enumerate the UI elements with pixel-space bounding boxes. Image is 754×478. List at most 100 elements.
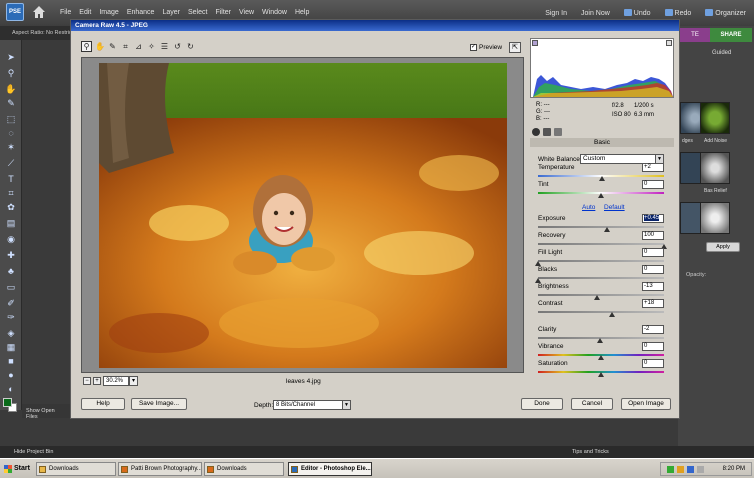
auto-link[interactable]: Auto <box>582 204 595 211</box>
apply-button[interactable]: Apply <box>706 242 740 252</box>
home-icon[interactable] <box>32 5 46 19</box>
shape-tool-icon[interactable]: ■ <box>4 356 18 367</box>
menu-layer[interactable]: Layer <box>162 9 180 16</box>
menu-filter[interactable]: Filter <box>215 9 231 16</box>
start-button[interactable]: Start <box>2 462 32 476</box>
preferences-icon[interactable]: ☰ <box>159 41 170 52</box>
slider-value-field[interactable]: +0.45 <box>642 214 664 223</box>
rotate-right-icon[interactable]: ↻ <box>185 41 196 52</box>
camera-calibration-tab-icon[interactable] <box>554 128 562 136</box>
effect-thumb-6[interactable] <box>700 202 730 234</box>
hand-tool-icon[interactable]: ✋ <box>4 84 18 95</box>
menu-file[interactable]: File <box>60 9 71 16</box>
slider-value-field[interactable]: 0 <box>642 359 664 368</box>
menu-help[interactable]: Help <box>295 9 309 16</box>
slider-thumb[interactable] <box>598 372 604 377</box>
rotate-left-icon[interactable]: ↺ <box>172 41 183 52</box>
slider-track[interactable] <box>538 226 664 228</box>
blur-tool-icon[interactable]: ● <box>4 370 18 381</box>
join-now-link[interactable]: Join Now <box>581 10 610 17</box>
help-button[interactable]: Help <box>81 398 125 410</box>
volume-icon[interactable] <box>697 466 704 473</box>
crop-tool-icon[interactable]: ⌗ <box>4 188 18 199</box>
fullscreen-icon[interactable]: ⇱ <box>509 42 521 53</box>
menu-edit[interactable]: Edit <box>79 9 91 16</box>
brush-tool-icon[interactable]: ✐ <box>4 298 18 309</box>
taskbar-item-downloads[interactable]: Downloads <box>36 462 116 476</box>
slider-thumb[interactable] <box>598 355 604 360</box>
basic-tab-icon[interactable] <box>532 128 540 136</box>
depth-select[interactable]: 8 Bits/Channel ▼ <box>273 400 351 410</box>
tray-icon[interactable] <box>687 466 694 473</box>
foreground-color-swatch[interactable] <box>3 398 12 407</box>
sign-in-link[interactable]: Sign In <box>545 10 567 17</box>
gradient-tool-icon[interactable]: ▦ <box>4 342 18 353</box>
straighten-icon[interactable]: ⊿ <box>133 41 144 52</box>
cookie-cutter-icon[interactable]: ✿ <box>4 202 18 213</box>
guided-tab[interactable]: Guided <box>712 50 731 56</box>
zoom-level-field[interactable]: 30.2% <box>103 376 129 386</box>
menu-view[interactable]: View <box>239 9 254 16</box>
slider-value-field[interactable]: 0 <box>642 248 664 257</box>
menu-enhance[interactable]: Enhance <box>127 9 155 16</box>
undo-button[interactable]: Undo <box>623 9 651 17</box>
open-image-button[interactable]: Open Image <box>621 398 671 410</box>
menu-select[interactable]: Select <box>188 9 207 16</box>
move-tool-icon[interactable]: ➤ <box>4 52 18 63</box>
effect-thumb-4[interactable] <box>700 152 730 184</box>
menu-window[interactable]: Window <box>262 9 287 16</box>
tray-icon[interactable] <box>667 466 674 473</box>
slider-value-field[interactable]: -2 <box>642 325 664 334</box>
sponge-tool-icon[interactable]: ◐ <box>4 384 18 395</box>
tab-create[interactable]: TE <box>680 28 710 42</box>
show-open-files-button[interactable]: Show Open Files <box>22 404 70 420</box>
slider-thumb[interactable] <box>604 227 611 232</box>
slider-thumb[interactable] <box>598 193 604 198</box>
preview-checkbox[interactable]: ✓ <box>470 44 477 51</box>
cancel-button[interactable]: Cancel <box>571 398 613 410</box>
slider-thumb[interactable] <box>609 312 616 317</box>
slider-track[interactable] <box>538 243 664 245</box>
save-image-button[interactable]: Save Image... <box>131 398 187 410</box>
eyedropper-tool-icon[interactable]: ✎ <box>4 98 18 109</box>
tab-share[interactable]: SHARE <box>710 28 752 42</box>
slider-thumb[interactable] <box>594 295 601 300</box>
marquee-tool-icon[interactable]: ⬚ <box>4 114 18 125</box>
slider-value-field[interactable]: +2 <box>642 163 664 172</box>
white-balance-icon[interactable]: ✎ <box>107 41 118 52</box>
slider-track[interactable] <box>538 260 664 262</box>
slider-value-field[interactable]: 100 <box>642 231 664 240</box>
clone-stamp-icon[interactable]: ♣ <box>4 266 18 277</box>
done-button[interactable]: Done <box>521 398 563 410</box>
zoom-icon[interactable]: ⚲ <box>81 41 92 52</box>
hand-icon[interactable]: ✋ <box>94 41 105 52</box>
smart-brush-icon[interactable]: ✑ <box>4 312 18 323</box>
taskbar-item-browser[interactable]: Patti Brown Photography... <box>118 462 202 476</box>
zoom-tool-icon[interactable]: ⚲ <box>4 68 18 79</box>
menu-image[interactable]: Image <box>99 9 118 16</box>
eraser-tool-icon[interactable]: ▭ <box>4 282 18 293</box>
red-eye-icon[interactable]: ✧ <box>146 41 157 52</box>
slider-value-field[interactable]: -13 <box>642 282 664 291</box>
crop-icon[interactable]: ⌗ <box>120 41 131 52</box>
selection-brush-icon[interactable]: ⟋ <box>4 158 18 169</box>
paint-bucket-icon[interactable]: ◈ <box>4 328 18 339</box>
slider-value-field[interactable]: 0 <box>642 342 664 351</box>
photo-preview[interactable] <box>99 63 507 368</box>
taskbar-item-downloads-2[interactable]: Downloads <box>204 462 284 476</box>
slider-value-field[interactable]: +18 <box>642 299 664 308</box>
slider-thumb[interactable] <box>599 176 606 181</box>
slider-track[interactable] <box>538 294 664 296</box>
tips-and-tricks-link[interactable]: Tips and Tricks <box>572 449 609 455</box>
slider-track[interactable] <box>538 311 664 313</box>
default-link[interactable]: Default <box>604 204 625 211</box>
hide-project-bin-button[interactable]: Hide Project Bin <box>14 449 53 455</box>
redo-button[interactable]: Redo <box>664 9 691 17</box>
preview-toggle[interactable]: ✓ Preview <box>470 44 502 51</box>
type-tool-icon[interactable]: T <box>4 174 18 185</box>
zoom-out-button[interactable]: − <box>83 377 91 385</box>
slider-track[interactable] <box>538 277 664 279</box>
healing-brush-icon[interactable]: ✚ <box>4 250 18 261</box>
straighten-tool-icon[interactable]: ▤ <box>4 218 18 229</box>
tray-icon[interactable] <box>677 466 684 473</box>
